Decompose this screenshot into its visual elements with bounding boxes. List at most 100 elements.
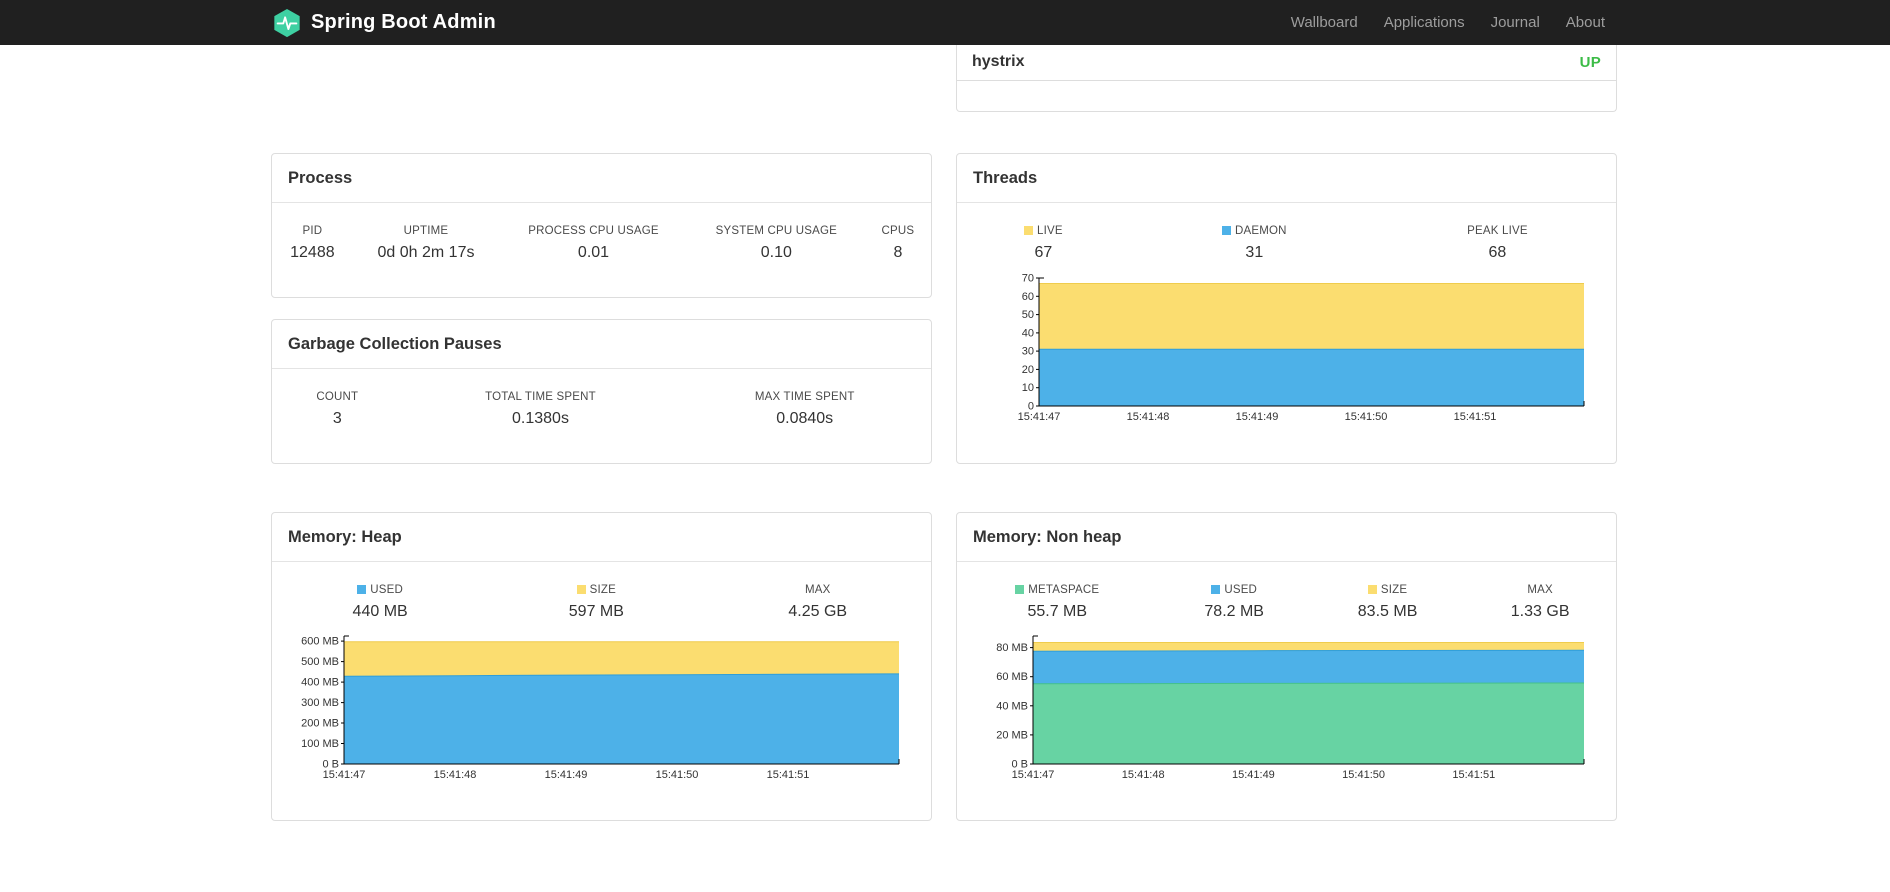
svg-text:600 MB: 600 MB: [301, 636, 339, 648]
svg-text:15:41:49: 15:41:49: [545, 769, 588, 781]
svg-text:15:41:50: 15:41:50: [1345, 411, 1388, 423]
threads-card: Threads LIVE 67 DAEMON 31 PEAK LIVE 68 0…: [956, 153, 1617, 464]
stat-value: 12488: [290, 244, 335, 261]
svg-text:70: 70: [1022, 273, 1034, 285]
stat-label: COUNT: [316, 391, 359, 403]
stat-metaspace: METASPACE 55.7 MB: [957, 584, 1158, 621]
stat-cpus: CPUS 8: [865, 225, 931, 262]
stat-label: PROCESS CPU USAGE: [528, 225, 659, 237]
live-legend-swatch: [1024, 225, 1034, 235]
used-legend-swatch: [357, 584, 367, 594]
stat-live: LIVE 67: [957, 225, 1130, 262]
stat-value: 0.0840s: [776, 410, 834, 427]
stat-label-text: DAEMON: [1234, 225, 1287, 237]
stat-max: MAX 1.33 GB: [1464, 584, 1616, 621]
stat-label: MAX TIME SPENT: [754, 391, 855, 403]
gc-card-title: Garbage Collection Pauses: [272, 320, 931, 369]
svg-text:15:41:50: 15:41:50: [656, 769, 699, 781]
stat-value: 3: [332, 410, 342, 427]
memory-heap-card: Memory: Heap USED 440 MB SIZE 597 MB MAX…: [271, 512, 932, 821]
stat-value: 68: [1488, 244, 1507, 261]
svg-text:15:41:49: 15:41:49: [1232, 769, 1275, 781]
stat-value: 8: [893, 244, 903, 261]
threads-stats: LIVE 67 DAEMON 31 PEAK LIVE 68: [957, 225, 1616, 262]
stat-label: USED: [1168, 584, 1301, 596]
stat-value: 597 MB: [568, 603, 624, 620]
process-card-title: Process: [272, 154, 931, 203]
stat-label: MAX: [1527, 584, 1553, 596]
gc-stats: COUNT 3 TOTAL TIME SPENT 0.1380s MAX TIM…: [272, 391, 931, 428]
gc-pauses-card: Garbage Collection Pauses COUNT 3 TOTAL …: [271, 319, 932, 464]
stat-label-text: SIZE: [1380, 584, 1408, 596]
stat-value: 83.5 MB: [1357, 603, 1418, 620]
svg-text:40: 40: [1022, 327, 1034, 339]
svg-text:15:41:51: 15:41:51: [767, 769, 810, 781]
svg-text:400 MB: 400 MB: [301, 677, 339, 689]
stat-label: SIZE: [498, 584, 694, 596]
stat-value: 31: [1245, 244, 1264, 261]
heap-card-title: Memory: Heap: [272, 513, 931, 562]
stat-value: 0d 0h 2m 17s: [377, 244, 475, 261]
nav-menu: Wallboard Applications Journal About: [1278, 0, 1618, 45]
svg-text:15:41:51: 15:41:51: [1454, 411, 1497, 423]
stat-max-time-spent: MAX TIME SPENT 0.0840s: [678, 391, 931, 428]
application-list-card: hystrix UP: [956, 45, 1617, 112]
spring-boot-admin-logo-icon: [272, 8, 302, 38]
memory-heap-chart: 0 B 100 MB 200 MB 300 MB 400 MB 500 MB 600 MB 1…: [288, 631, 913, 791]
brand-title: Spring Boot Admin: [311, 11, 496, 33]
memory-heap-area-chart: 0 B100 MB200 MB300 MB400 MB500 MB600 MB1…: [301, 635, 900, 781]
svg-text:20 MB: 20 MB: [996, 729, 1028, 741]
svg-text:15:41:48: 15:41:48: [1127, 411, 1170, 423]
stat-size: SIZE 597 MB: [488, 584, 704, 621]
brand[interactable]: Spring Boot Admin: [272, 8, 496, 38]
nonheap-stats: METASPACE 55.7 MB USED 78.2 MB SIZE 83.5…: [957, 584, 1616, 621]
svg-text:60: 60: [1022, 291, 1034, 303]
size-legend-swatch: [576, 584, 586, 594]
stat-label: MAX: [804, 584, 831, 596]
stat-label: DAEMON: [1140, 225, 1369, 237]
daemon-legend-swatch: [1221, 225, 1231, 235]
threads-card-title: Threads: [957, 154, 1616, 203]
stat-label: CPUS: [881, 225, 915, 237]
nav-item-wallboard[interactable]: Wallboard: [1278, 0, 1371, 45]
stat-value: 0.01: [577, 244, 610, 261]
svg-text:500 MB: 500 MB: [301, 656, 339, 668]
svg-text:30: 30: [1022, 346, 1034, 358]
svg-text:15:41:48: 15:41:48: [434, 769, 477, 781]
svg-text:15:41:49: 15:41:49: [1236, 411, 1279, 423]
stat-total-time-spent: TOTAL TIME SPENT 0.1380s: [403, 391, 679, 428]
stat-value: 440 MB: [352, 603, 408, 620]
stat-process-cpu-usage: PROCESS CPU USAGE 0.01: [499, 225, 688, 262]
process-card: Process PID 12488 UPTIME 0d 0h 2m 17s PR…: [271, 153, 932, 298]
stat-value: 67: [1034, 244, 1053, 261]
navbar: Spring Boot Admin Wallboard Applications…: [0, 0, 1890, 45]
threads-area-chart: 01020304050607015:41:47 15:41:48 15:41:49 1…: [1018, 273, 1585, 423]
status-badge: UP: [1579, 53, 1601, 71]
svg-text:60 MB: 60 MB: [996, 671, 1028, 683]
stat-peak-live: PEAK LIVE 68: [1379, 225, 1616, 262]
nav-item-about[interactable]: About: [1553, 0, 1618, 45]
stat-label: SIZE: [1321, 584, 1454, 596]
memory-nonheap-area-chart: 0 B20 MB40 MB60 MB80 MB15:41:47 15:41:48 1…: [996, 635, 1585, 781]
used-legend-swatch: [1211, 584, 1221, 594]
svg-text:15:41:47: 15:41:47: [1018, 411, 1061, 423]
application-row-hystrix[interactable]: hystrix UP: [957, 45, 1616, 81]
stat-value: 78.2 MB: [1204, 603, 1264, 620]
nav-item-journal[interactable]: Journal: [1478, 0, 1553, 45]
size-legend-swatch: [1367, 584, 1377, 594]
process-stats: PID 12488 UPTIME 0d 0h 2m 17s PROCESS CP…: [272, 225, 931, 262]
stat-label-text: METASPACE: [1028, 584, 1100, 596]
stat-label: UPTIME: [403, 225, 449, 237]
stat-uptime: UPTIME 0d 0h 2m 17s: [353, 225, 499, 262]
stat-count: COUNT 3: [272, 391, 403, 428]
svg-text:40 MB: 40 MB: [996, 700, 1028, 712]
svg-text:100 MB: 100 MB: [301, 738, 339, 750]
metaspace-legend-swatch: [1015, 584, 1025, 594]
application-name[interactable]: hystrix: [972, 53, 1024, 71]
svg-text:50: 50: [1022, 309, 1034, 321]
svg-text:15:41:50: 15:41:50: [1342, 769, 1385, 781]
stat-max: MAX 4.25 GB: [704, 584, 931, 621]
stat-used: USED 440 MB: [272, 584, 488, 621]
stat-value: 0.10: [760, 244, 792, 261]
nav-item-applications[interactable]: Applications: [1371, 0, 1478, 45]
